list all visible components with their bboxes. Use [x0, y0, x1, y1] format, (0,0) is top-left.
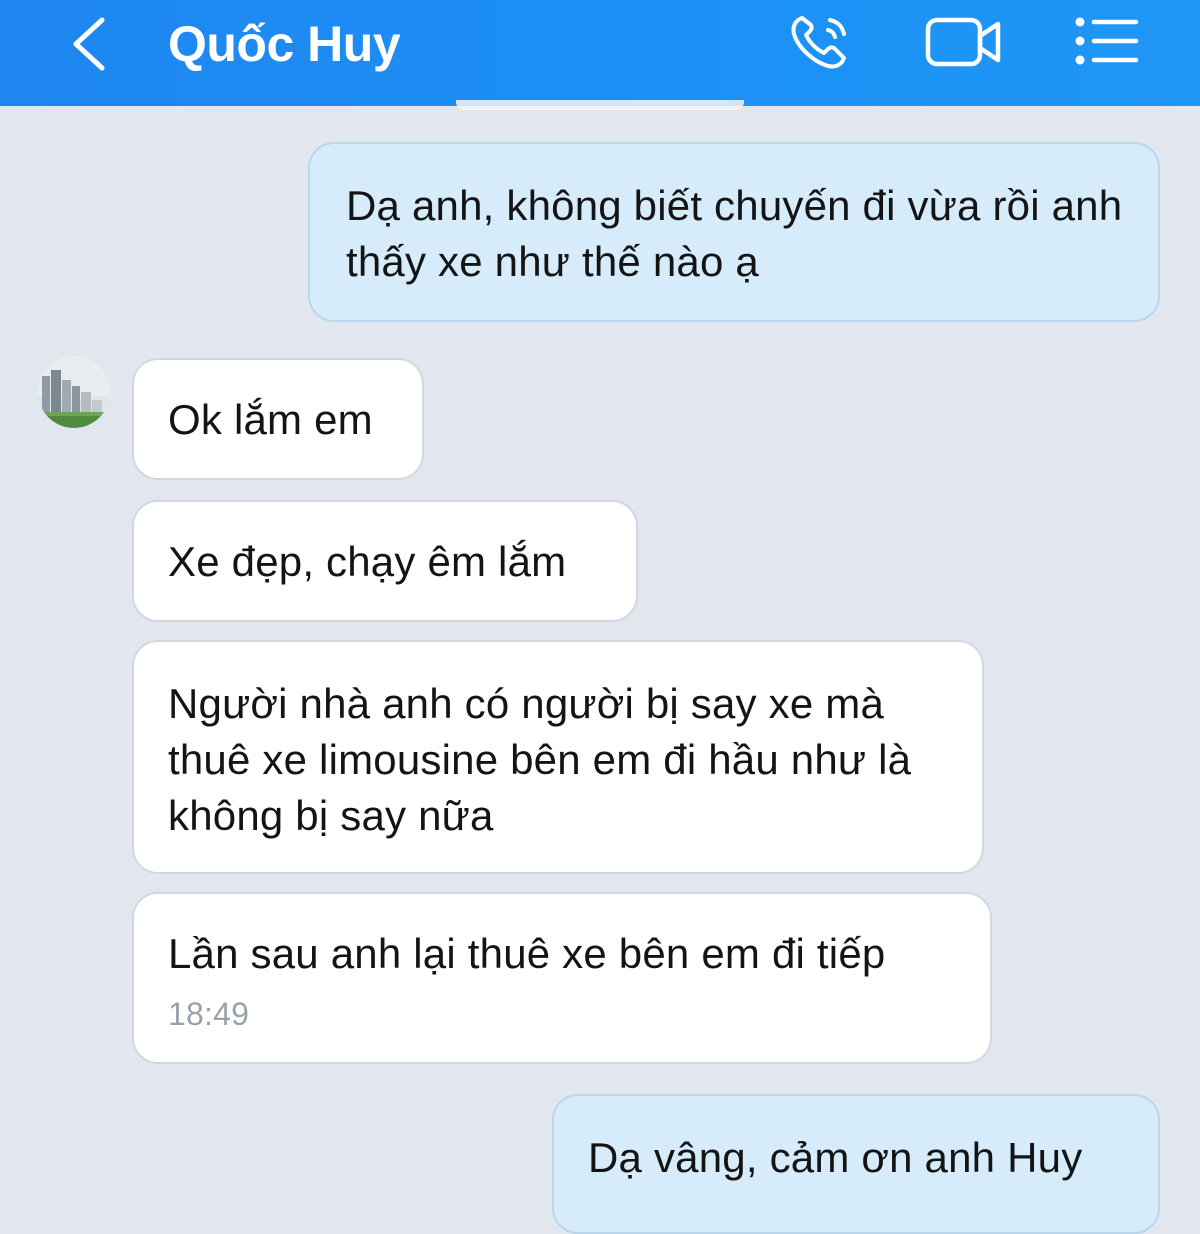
- message-bubble-outgoing[interactable]: Dạ anh, không biết chuyến đi vừa rồi anh…: [308, 142, 1160, 322]
- chevron-left-icon: [73, 17, 105, 71]
- voice-call-button[interactable]: [786, 8, 856, 74]
- back-button[interactable]: [62, 12, 116, 72]
- video-call-button[interactable]: [922, 8, 1004, 74]
- message-text: Dạ anh, không biết chuyến đi vừa rồi anh…: [346, 182, 1123, 285]
- message-bubble-incoming[interactable]: Ok lắm em: [132, 358, 424, 480]
- avatar-image-icon: [38, 356, 110, 428]
- contact-name[interactable]: Quốc Huy: [168, 14, 401, 74]
- message-timestamp: 18:49: [168, 996, 250, 1032]
- message-text: Lần sau anh lại thuê xe bên em đi tiếp: [168, 930, 886, 977]
- video-camera-icon: [925, 17, 1001, 67]
- message-text: Dạ vâng, cảm ơn anh Huy: [588, 1134, 1083, 1181]
- phone-icon: [791, 16, 846, 69]
- chat-menu-button[interactable]: [1068, 8, 1142, 74]
- message-text: Xe đẹp, chạy êm lắm: [168, 538, 567, 585]
- message-bubble-incoming[interactable]: Người nhà anh có người bị say xe mà thuê…: [132, 640, 984, 874]
- message-bubble-incoming[interactable]: Xe đẹp, chạy êm lắm: [132, 500, 638, 622]
- message-text: Ok lắm em: [168, 396, 373, 443]
- chat-header: Quốc Huy: [0, 0, 1200, 106]
- message-bubble-incoming[interactable]: Lần sau anh lại thuê xe bên em đi tiếp 1…: [132, 892, 992, 1064]
- scrolled-message-edge: [456, 100, 744, 110]
- message-text: Người nhà anh có người bị say xe mà thuê…: [168, 680, 912, 839]
- contact-avatar[interactable]: [38, 356, 110, 428]
- list-menu-icon: [1075, 17, 1139, 65]
- message-bubble-outgoing[interactable]: Dạ vâng, cảm ơn anh Huy: [552, 1094, 1160, 1234]
